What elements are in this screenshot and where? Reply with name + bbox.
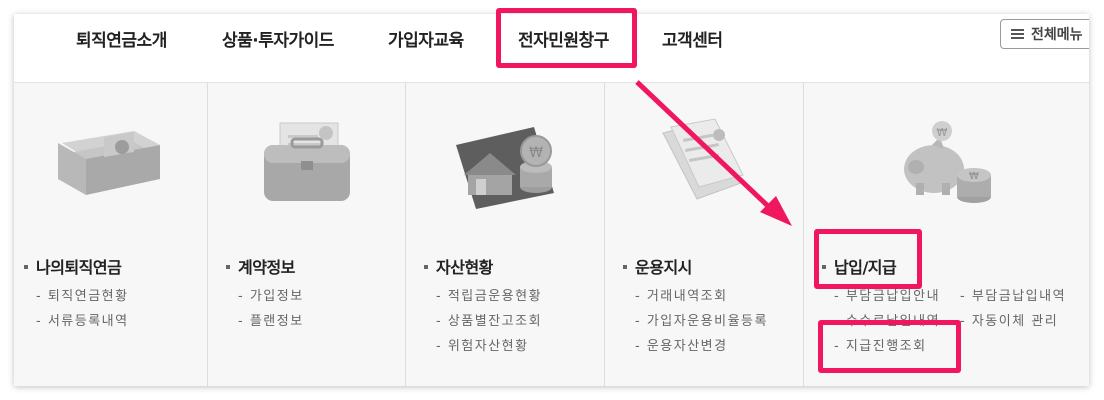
- annotation-arrow-icon: [635, 80, 792, 226]
